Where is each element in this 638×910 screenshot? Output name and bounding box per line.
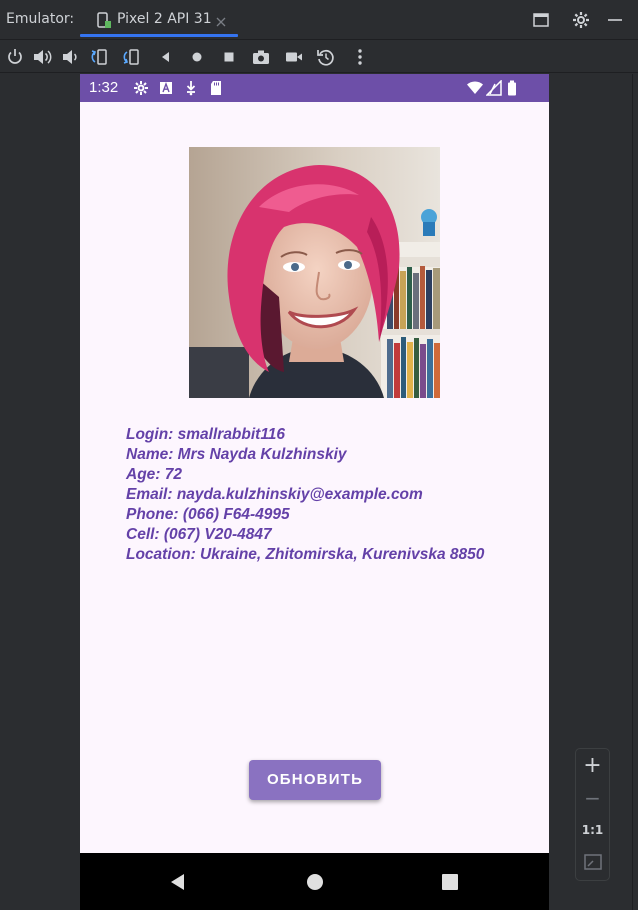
device-icon bbox=[96, 12, 112, 29]
location-text: Location: Ukraine, Zhitomirska, Kurenivs… bbox=[126, 546, 485, 563]
battery-icon bbox=[507, 80, 517, 96]
phone-text: Phone: (066) F64-4995 bbox=[126, 506, 290, 523]
snapshot-icon[interactable] bbox=[315, 46, 337, 68]
user-photo bbox=[189, 147, 440, 398]
name-text: Name: Mrs Nayda Kulzhinskiy bbox=[126, 446, 347, 463]
cell-text: Cell: (067) V20-4847 bbox=[126, 526, 272, 543]
emulator-header-bar: Emulator: Pixel 2 API 31 bbox=[0, 0, 638, 40]
gear-icon[interactable] bbox=[571, 10, 591, 30]
nav-home-icon[interactable] bbox=[305, 872, 325, 892]
back-icon[interactable] bbox=[154, 46, 176, 68]
home-icon[interactable] bbox=[186, 46, 208, 68]
signal-icon bbox=[486, 80, 502, 96]
more-icon[interactable] bbox=[349, 46, 371, 68]
navigation-bar bbox=[80, 853, 549, 910]
camera-icon[interactable] bbox=[250, 46, 272, 68]
overview-icon[interactable] bbox=[218, 46, 240, 68]
status-bar: 1:32 bbox=[80, 74, 549, 102]
nav-overview-icon[interactable] bbox=[440, 872, 460, 892]
tab-active-indicator bbox=[80, 34, 238, 37]
wifi-icon bbox=[466, 80, 484, 96]
font-icon bbox=[159, 80, 173, 96]
status-time: 1:32 bbox=[89, 79, 119, 96]
volume-up-icon[interactable] bbox=[31, 46, 53, 68]
sd-card-icon bbox=[209, 80, 223, 96]
zoom-actual-size-button[interactable]: 1:1 bbox=[576, 815, 609, 845]
minimize-icon[interactable] bbox=[605, 10, 625, 30]
video-icon[interactable] bbox=[283, 46, 305, 68]
email-text: Email: nayda.kulzhinskiy@example.com bbox=[126, 486, 423, 503]
zoom-in-button[interactable]: + bbox=[576, 751, 609, 781]
volume-down-icon[interactable] bbox=[59, 46, 81, 68]
settings-icon bbox=[133, 80, 149, 96]
emulator-window: Emulator: Pixel 2 API 31 1:32 Login: sma… bbox=[0, 0, 638, 910]
side-panel-edge bbox=[632, 74, 638, 910]
emulator-toolbar bbox=[0, 40, 638, 73]
emulator-label: Emulator: bbox=[6, 11, 75, 27]
user-info: Login: smallrabbit116 Name: Mrs Nayda Ku… bbox=[126, 425, 546, 565]
tab-title: Pixel 2 API 31 bbox=[117, 11, 212, 27]
login-text: Login: smallrabbit116 bbox=[126, 426, 286, 443]
rotate-left-icon[interactable] bbox=[88, 46, 110, 68]
refresh-button[interactable]: ОБНОВИТЬ bbox=[249, 760, 381, 800]
download-icon bbox=[184, 80, 198, 96]
rotate-right-icon[interactable] bbox=[120, 46, 142, 68]
device-screen[interactable]: 1:32 Login: smallrabbit116 Name: Mrs Nay… bbox=[80, 74, 549, 910]
power-icon[interactable] bbox=[4, 46, 26, 68]
tab-device[interactable]: Pixel 2 API 31 bbox=[80, 0, 238, 40]
zoom-controls: + − 1:1 bbox=[575, 748, 610, 881]
zoom-out-button[interactable]: − bbox=[576, 783, 609, 813]
window-layout-icon[interactable] bbox=[531, 10, 551, 30]
zoom-fit-icon[interactable] bbox=[576, 847, 609, 877]
close-icon[interactable] bbox=[215, 13, 227, 27]
age-text: Age: 72 bbox=[126, 466, 182, 483]
nav-back-icon[interactable] bbox=[168, 872, 188, 892]
